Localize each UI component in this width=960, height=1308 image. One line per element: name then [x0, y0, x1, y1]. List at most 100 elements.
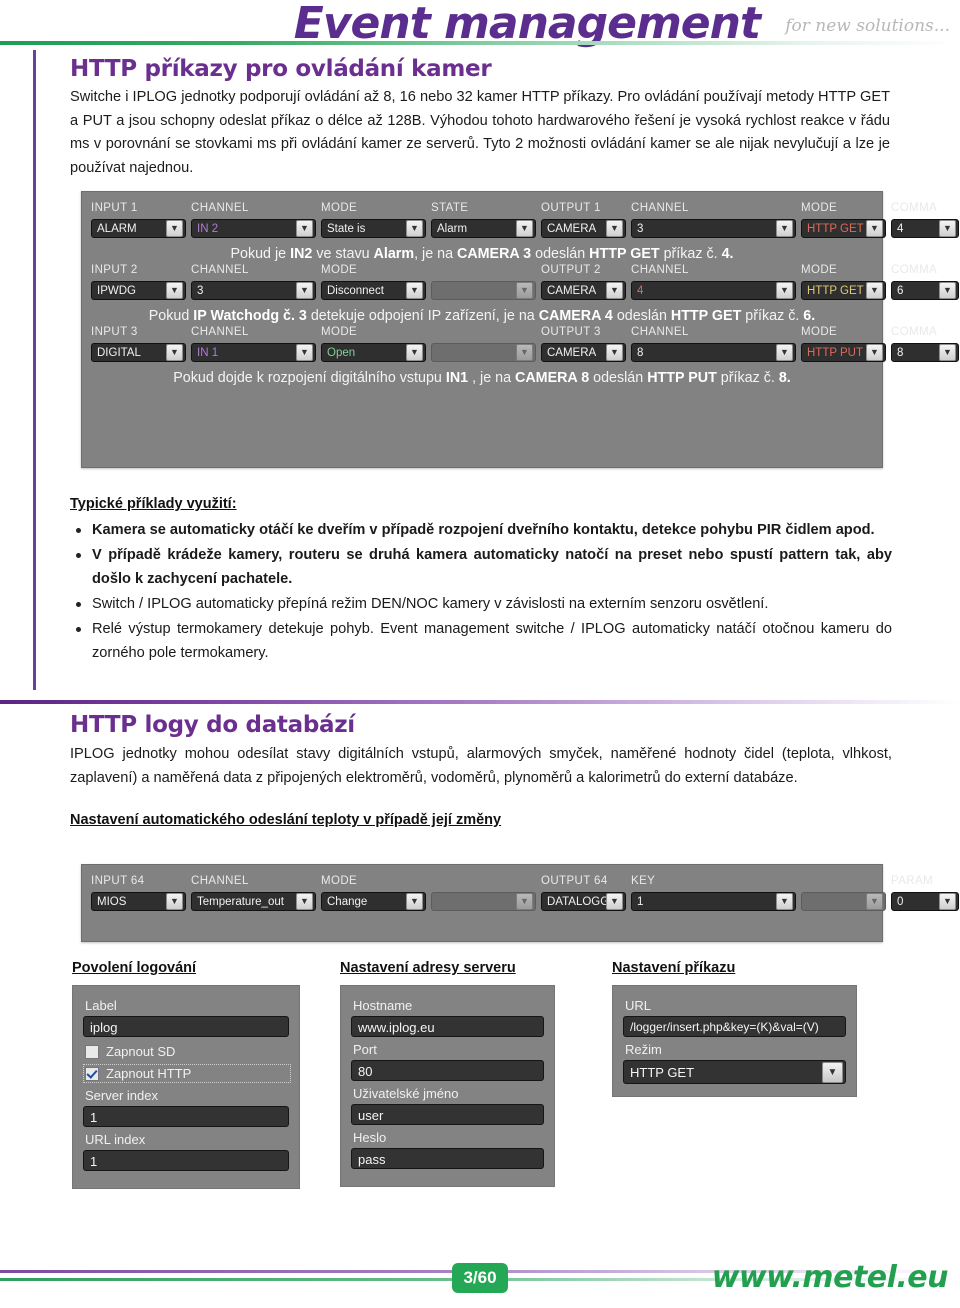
config-dropdown[interactable]: Open ▼	[321, 343, 426, 362]
chevron-down-icon[interactable]: ▼	[406, 893, 423, 910]
examples-list: Kamera se automaticky otáčí ke dveřím v …	[70, 519, 892, 665]
config-dropdown[interactable]: 4 ▼	[631, 281, 796, 300]
chevron-down-icon[interactable]: ▼	[866, 282, 883, 299]
event-rules-panel: INPUT 1 CHANNEL MODE STATE OUTPUT 1 CHANNEL MO…	[81, 191, 959, 468]
chevron-down-icon[interactable]: ▼	[296, 220, 313, 237]
config-dropdown[interactable]: State is ▼	[321, 219, 426, 238]
config-dropdown[interactable]: DIGITAL ▼	[91, 343, 186, 362]
config-rule-row: INPUT 2 CHANNEL MODE OUTPUT 2 CHANNEL MODE COM…	[82, 264, 959, 304]
chevron-down-icon[interactable]: ▼	[776, 893, 793, 910]
config-dropdown[interactable]: HTTP GET CMD▼	[801, 219, 886, 238]
hostname-input[interactable]: www.iplog.eu	[351, 1016, 544, 1037]
config-dropdown[interactable]: CAMERA ▼	[541, 219, 626, 238]
config-column-label: MODE	[321, 875, 358, 887]
chevron-down-icon[interactable]: ▼	[939, 893, 956, 910]
chevron-down-icon[interactable]: ▼	[606, 282, 623, 299]
chevron-down-icon[interactable]: ▼	[166, 344, 183, 361]
config-column-label: COMMA	[891, 202, 938, 214]
mode-label: Režim	[625, 1042, 662, 1057]
url-label: URL	[625, 998, 652, 1013]
config-dropdown[interactable]: CAMERA ▼	[541, 343, 626, 362]
mode-select[interactable]: HTTP GET ▼	[623, 1060, 846, 1084]
config-dropdown[interactable]: ALARM ▼	[91, 219, 186, 238]
config-dropdown-value: Temperature_out	[197, 895, 284, 908]
chevron-down-icon[interactable]: ▼	[166, 220, 183, 237]
config-dropdown[interactable]: CAMERA ▼	[541, 281, 626, 300]
config-dropdown[interactable]: MIOS ▼	[91, 892, 186, 911]
config-dropdown-value: DATALOGGER	[547, 895, 606, 908]
config-dropdown[interactable]: Change ▼	[321, 892, 426, 911]
rule-caption-part: odeslán	[531, 246, 590, 262]
chevron-down-icon[interactable]: ▼	[606, 893, 623, 910]
username-input[interactable]: user	[351, 1104, 544, 1125]
config-dropdown[interactable]: Disconnect ▼	[321, 281, 426, 300]
chevron-down-icon[interactable]: ▼	[866, 893, 883, 910]
url-input[interactable]: /logger/insert.php&key=(K)&val=(V)	[623, 1016, 846, 1037]
checkbox-zapnout-sd[interactable]: Zapnout SD	[85, 1044, 289, 1059]
config-dropdown-value: CAMERA	[547, 346, 597, 359]
config-dropdown[interactable]: IN 2 ▼	[191, 219, 316, 238]
chevron-down-icon[interactable]: ▼	[939, 282, 956, 299]
form-command: Nastavení příkazu URL /logger/insert.php…	[612, 960, 857, 1097]
chevron-down-icon[interactable]: ▼	[516, 220, 533, 237]
config-dropdown[interactable]: DATALOGGER▼	[541, 892, 626, 911]
chevron-down-icon[interactable]: ▼	[822, 1061, 843, 1083]
config-column-label: INPUT 1	[91, 202, 138, 214]
config-dropdown-value: 3	[637, 222, 644, 235]
checkbox-http-box[interactable]	[85, 1066, 99, 1081]
config-dropdown[interactable]: ▼	[431, 892, 536, 911]
config-dropdown[interactable]: 8 ▼	[631, 343, 796, 362]
chevron-down-icon[interactable]: ▼	[406, 220, 423, 237]
config-dropdown[interactable]: ▼	[431, 281, 536, 300]
config-column-label: OUTPUT 1	[541, 202, 601, 214]
chevron-down-icon[interactable]: ▼	[606, 220, 623, 237]
chevron-down-icon[interactable]: ▼	[776, 220, 793, 237]
chevron-down-icon[interactable]: ▼	[776, 344, 793, 361]
config-dropdown[interactable]: 3 ▼	[191, 281, 316, 300]
rule-caption-part: CAMERA 3	[457, 246, 532, 262]
port-label: Port	[353, 1042, 377, 1057]
rule-caption-part: 6.	[803, 308, 816, 324]
config-dropdown[interactable]: 0 ▼	[891, 892, 959, 911]
url-index-input[interactable]: 1	[83, 1150, 289, 1171]
config-dropdown[interactable]: 8 ▼	[891, 343, 959, 362]
chevron-down-icon[interactable]: ▼	[296, 893, 313, 910]
chevron-down-icon[interactable]: ▼	[866, 220, 883, 237]
config-column-label: MODE	[801, 326, 838, 338]
config-dropdown[interactable]: ▼	[431, 343, 536, 362]
port-input[interactable]: 80	[351, 1060, 544, 1081]
config-dropdown[interactable]: Alarm ▼	[431, 219, 536, 238]
chevron-down-icon[interactable]: ▼	[406, 282, 423, 299]
config-dropdown[interactable]: 6 ▼	[891, 281, 959, 300]
config-dropdown[interactable]: 4 ▼	[891, 219, 959, 238]
chevron-down-icon[interactable]: ▼	[166, 282, 183, 299]
chevron-down-icon[interactable]: ▼	[406, 344, 423, 361]
config-dropdown[interactable]: IN 1 ▼	[191, 343, 316, 362]
config-dropdown[interactable]: HTTP GET CMD▼	[801, 281, 886, 300]
config-dropdown[interactable]: IPWDG ▼	[91, 281, 186, 300]
server-index-input[interactable]: 1	[83, 1106, 289, 1127]
password-input[interactable]: pass	[351, 1148, 544, 1169]
config-dropdown[interactable]: HTTP PUT CMD▼	[801, 343, 886, 362]
label-field-input[interactable]: iplog	[83, 1016, 289, 1037]
config-dropdown[interactable]: Temperature_out ▼	[191, 892, 316, 911]
rule-caption-part: IN2	[290, 246, 313, 262]
config-dropdown[interactable]: ▼	[801, 892, 886, 911]
chevron-down-icon[interactable]: ▼	[606, 344, 623, 361]
chevron-down-icon[interactable]: ▼	[866, 344, 883, 361]
server-panel: Hostname www.iplog.eu Port 80 Uživatelsk…	[340, 985, 555, 1187]
chevron-down-icon[interactable]: ▼	[939, 344, 956, 361]
chevron-down-icon[interactable]: ▼	[939, 220, 956, 237]
config-dropdown-value: 6	[897, 284, 904, 297]
config-dropdown[interactable]: 1 ▼	[631, 892, 796, 911]
chevron-down-icon[interactable]: ▼	[516, 282, 533, 299]
chevron-down-icon[interactable]: ▼	[516, 893, 533, 910]
config-dropdown[interactable]: 3 ▼	[631, 219, 796, 238]
chevron-down-icon[interactable]: ▼	[296, 282, 313, 299]
chevron-down-icon[interactable]: ▼	[776, 282, 793, 299]
chevron-down-icon[interactable]: ▼	[296, 344, 313, 361]
chevron-down-icon[interactable]: ▼	[516, 344, 533, 361]
checkbox-sd-box[interactable]	[85, 1044, 99, 1059]
chevron-down-icon[interactable]: ▼	[166, 893, 183, 910]
checkbox-zapnout-http[interactable]: Zapnout HTTP	[83, 1064, 291, 1083]
